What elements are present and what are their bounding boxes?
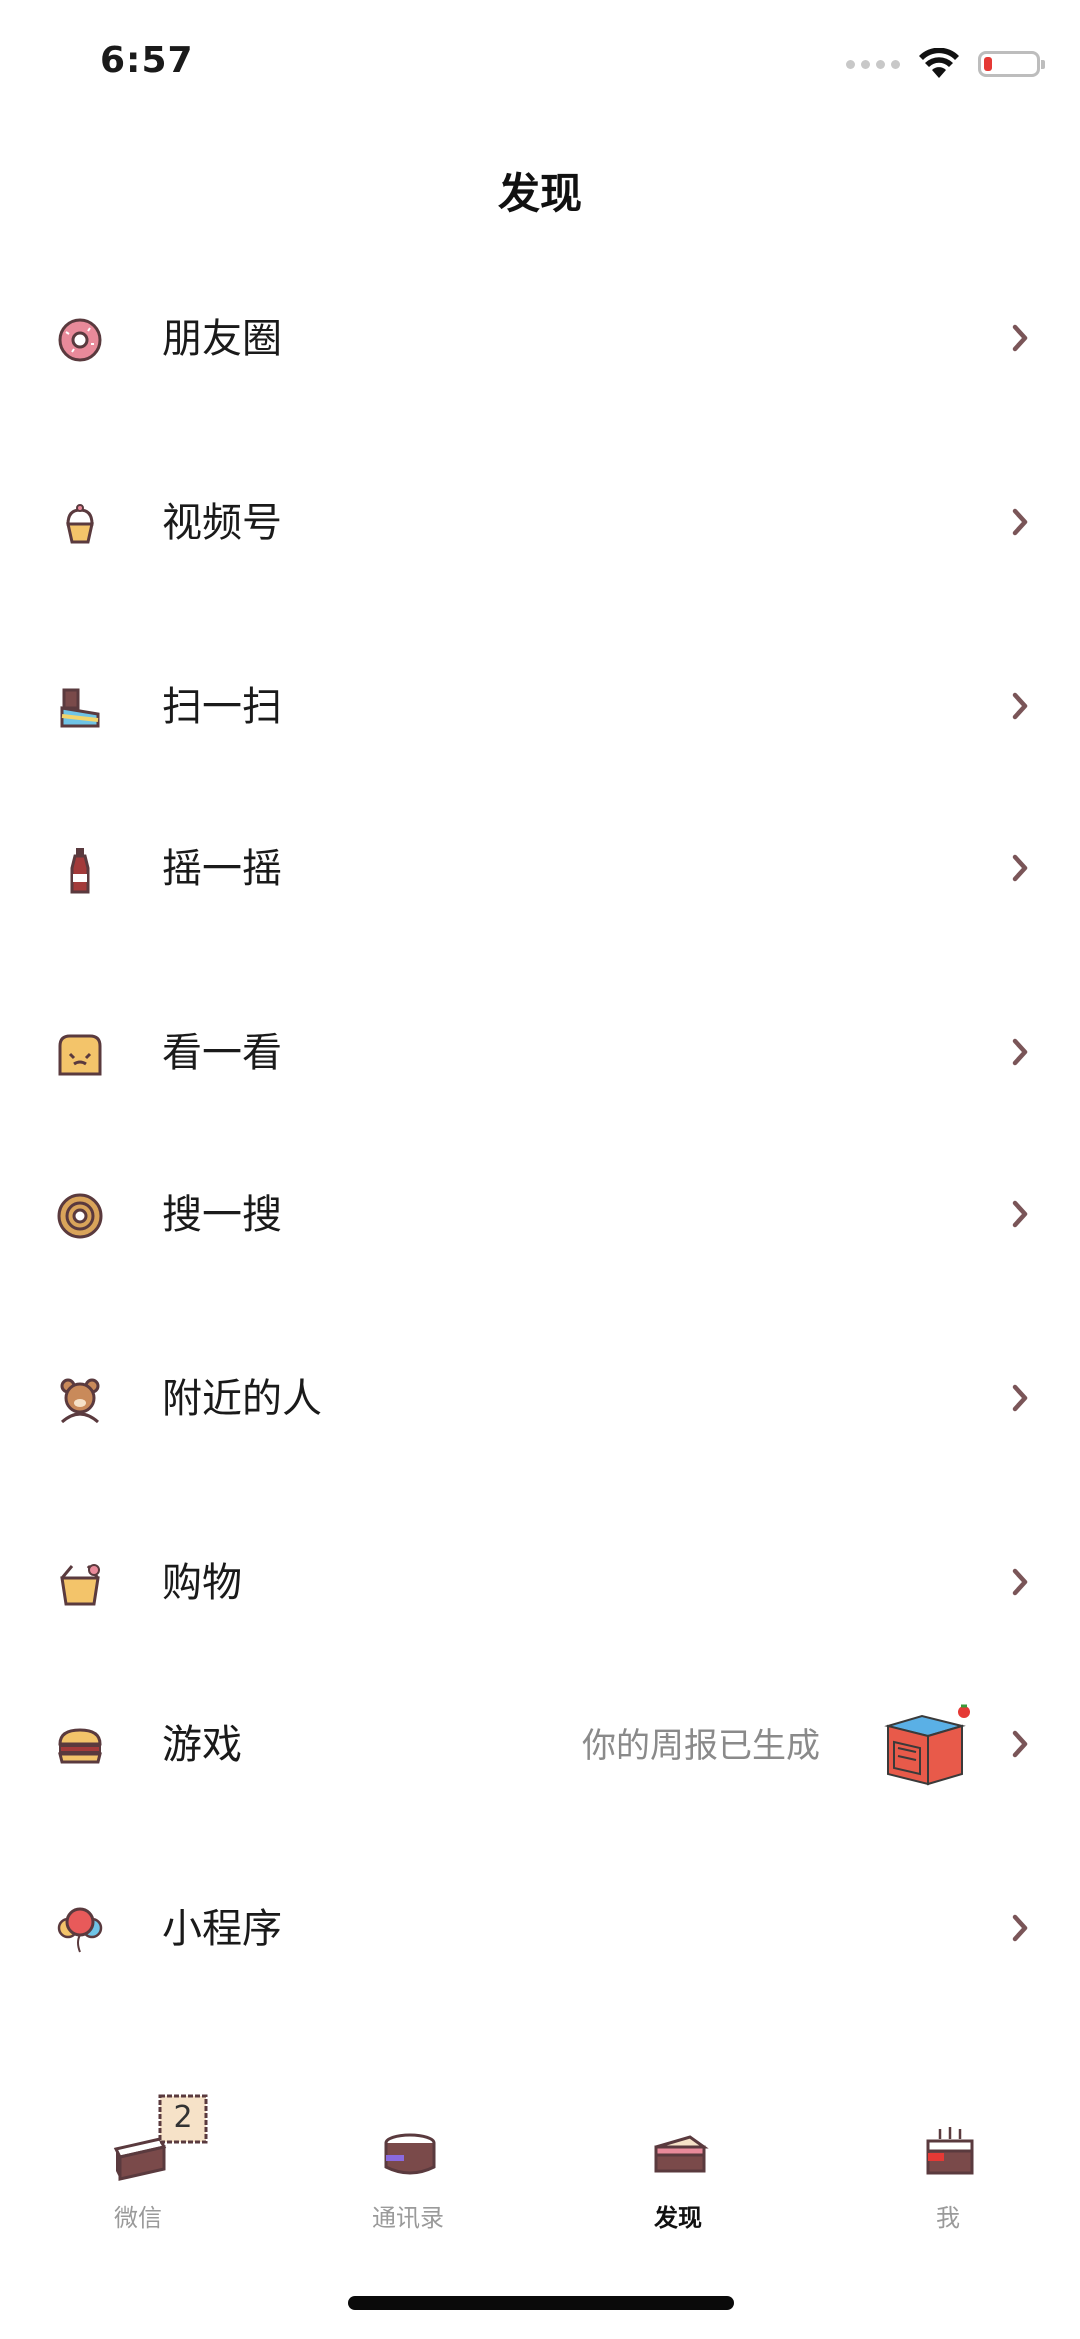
birthday-cake-icon: [926, 2127, 974, 2175]
menu-item-channels[interactable]: 视频号: [0, 462, 1080, 582]
tab-label: 微信: [114, 2204, 162, 2232]
menu-label: 购物: [162, 1560, 242, 1606]
chevron-right-icon: [1012, 508, 1028, 536]
toast-icon: [58, 1034, 102, 1076]
cellular-signal-icon: [846, 59, 900, 69]
chevron-right-icon: [1012, 692, 1028, 720]
cupcake-icon: [66, 504, 94, 544]
chevron-right-icon: [1012, 1914, 1028, 1942]
menu-label: 看一看: [162, 1030, 282, 1076]
menu-label: 朋友圈: [162, 316, 282, 362]
menu-item-scan[interactable]: 扫一扫: [0, 646, 1080, 766]
unread-badge: 2: [173, 2100, 193, 2135]
wifi-icon: [919, 48, 959, 78]
chevron-right-icon: [1012, 854, 1028, 882]
tab-discover[interactable]: 发现: [578, 2090, 778, 2240]
balloon-icon: [57, 1907, 103, 1953]
menu-label: 摇一摇: [162, 846, 282, 892]
tab-me[interactable]: 我: [848, 2090, 1048, 2240]
menu-item-games[interactable]: 游戏 你的周报已生成: [0, 1684, 1080, 1804]
burger-icon: [58, 1728, 102, 1764]
page-title: 发现: [497, 169, 582, 218]
bear-icon: [60, 1378, 100, 1424]
tab-label: 我: [936, 2204, 960, 2232]
status-time: 6:57: [100, 40, 194, 81]
cake-layer-icon: [654, 2135, 709, 2173]
chocolate-cake-icon: [60, 688, 100, 728]
menu-label: 游戏: [162, 1722, 242, 1768]
battery-level: [984, 57, 992, 71]
tab-label: 通讯录: [372, 2204, 444, 2232]
menu-item-mini-programs[interactable]: 小程序: [0, 1868, 1080, 1988]
takeout-box-icon: [60, 1564, 100, 1606]
tab-bar: 2 微信 通讯录 发现 我: [0, 2090, 1080, 2250]
menu-item-shopping[interactable]: 购物: [0, 1522, 1080, 1642]
chevron-right-icon: [1012, 1200, 1028, 1228]
menu-label: 附近的人: [162, 1376, 322, 1422]
chevron-right-icon: [1012, 1568, 1028, 1596]
tab-label: 发现: [654, 2204, 702, 2232]
menu-label: 搜一搜: [162, 1192, 282, 1238]
donut-icon: [58, 318, 102, 362]
chevron-right-icon: [1012, 1384, 1028, 1412]
menu-item-search[interactable]: 搜一搜: [0, 1154, 1080, 1274]
menu-item-moments[interactable]: 朋友圈: [0, 278, 1080, 398]
weekly-report-text: 你的周报已生成: [582, 1726, 820, 1766]
menu-label: 小程序: [162, 1906, 282, 1952]
menu-label: 扫一扫: [162, 684, 282, 730]
chevron-right-icon: [1012, 324, 1028, 352]
battery-icon: [978, 51, 1045, 77]
soda-bottle-icon: [70, 848, 90, 894]
home-indicator[interactable]: [348, 2296, 734, 2310]
menu-item-shake[interactable]: 摇一摇: [0, 808, 1080, 928]
tab-contacts[interactable]: 通讯录: [308, 2090, 508, 2240]
tab-chats[interactable]: 2 微信: [38, 2090, 238, 2240]
status-icons: [846, 48, 1045, 80]
menu-item-top-stories[interactable]: 看一看: [0, 992, 1080, 1112]
chevron-right-icon: [1012, 1038, 1028, 1066]
cake-cup-icon: [384, 2133, 436, 2175]
chevron-right-icon: [1012, 1730, 1028, 1758]
cinnamon-roll-icon: [57, 1193, 103, 1239]
menu-label: 视频号: [162, 500, 282, 546]
status-bar: 6:57: [0, 0, 1080, 130]
weekly-report-cake-icon: [884, 1704, 970, 1786]
menu-item-people-nearby[interactable]: 附近的人: [0, 1338, 1080, 1458]
